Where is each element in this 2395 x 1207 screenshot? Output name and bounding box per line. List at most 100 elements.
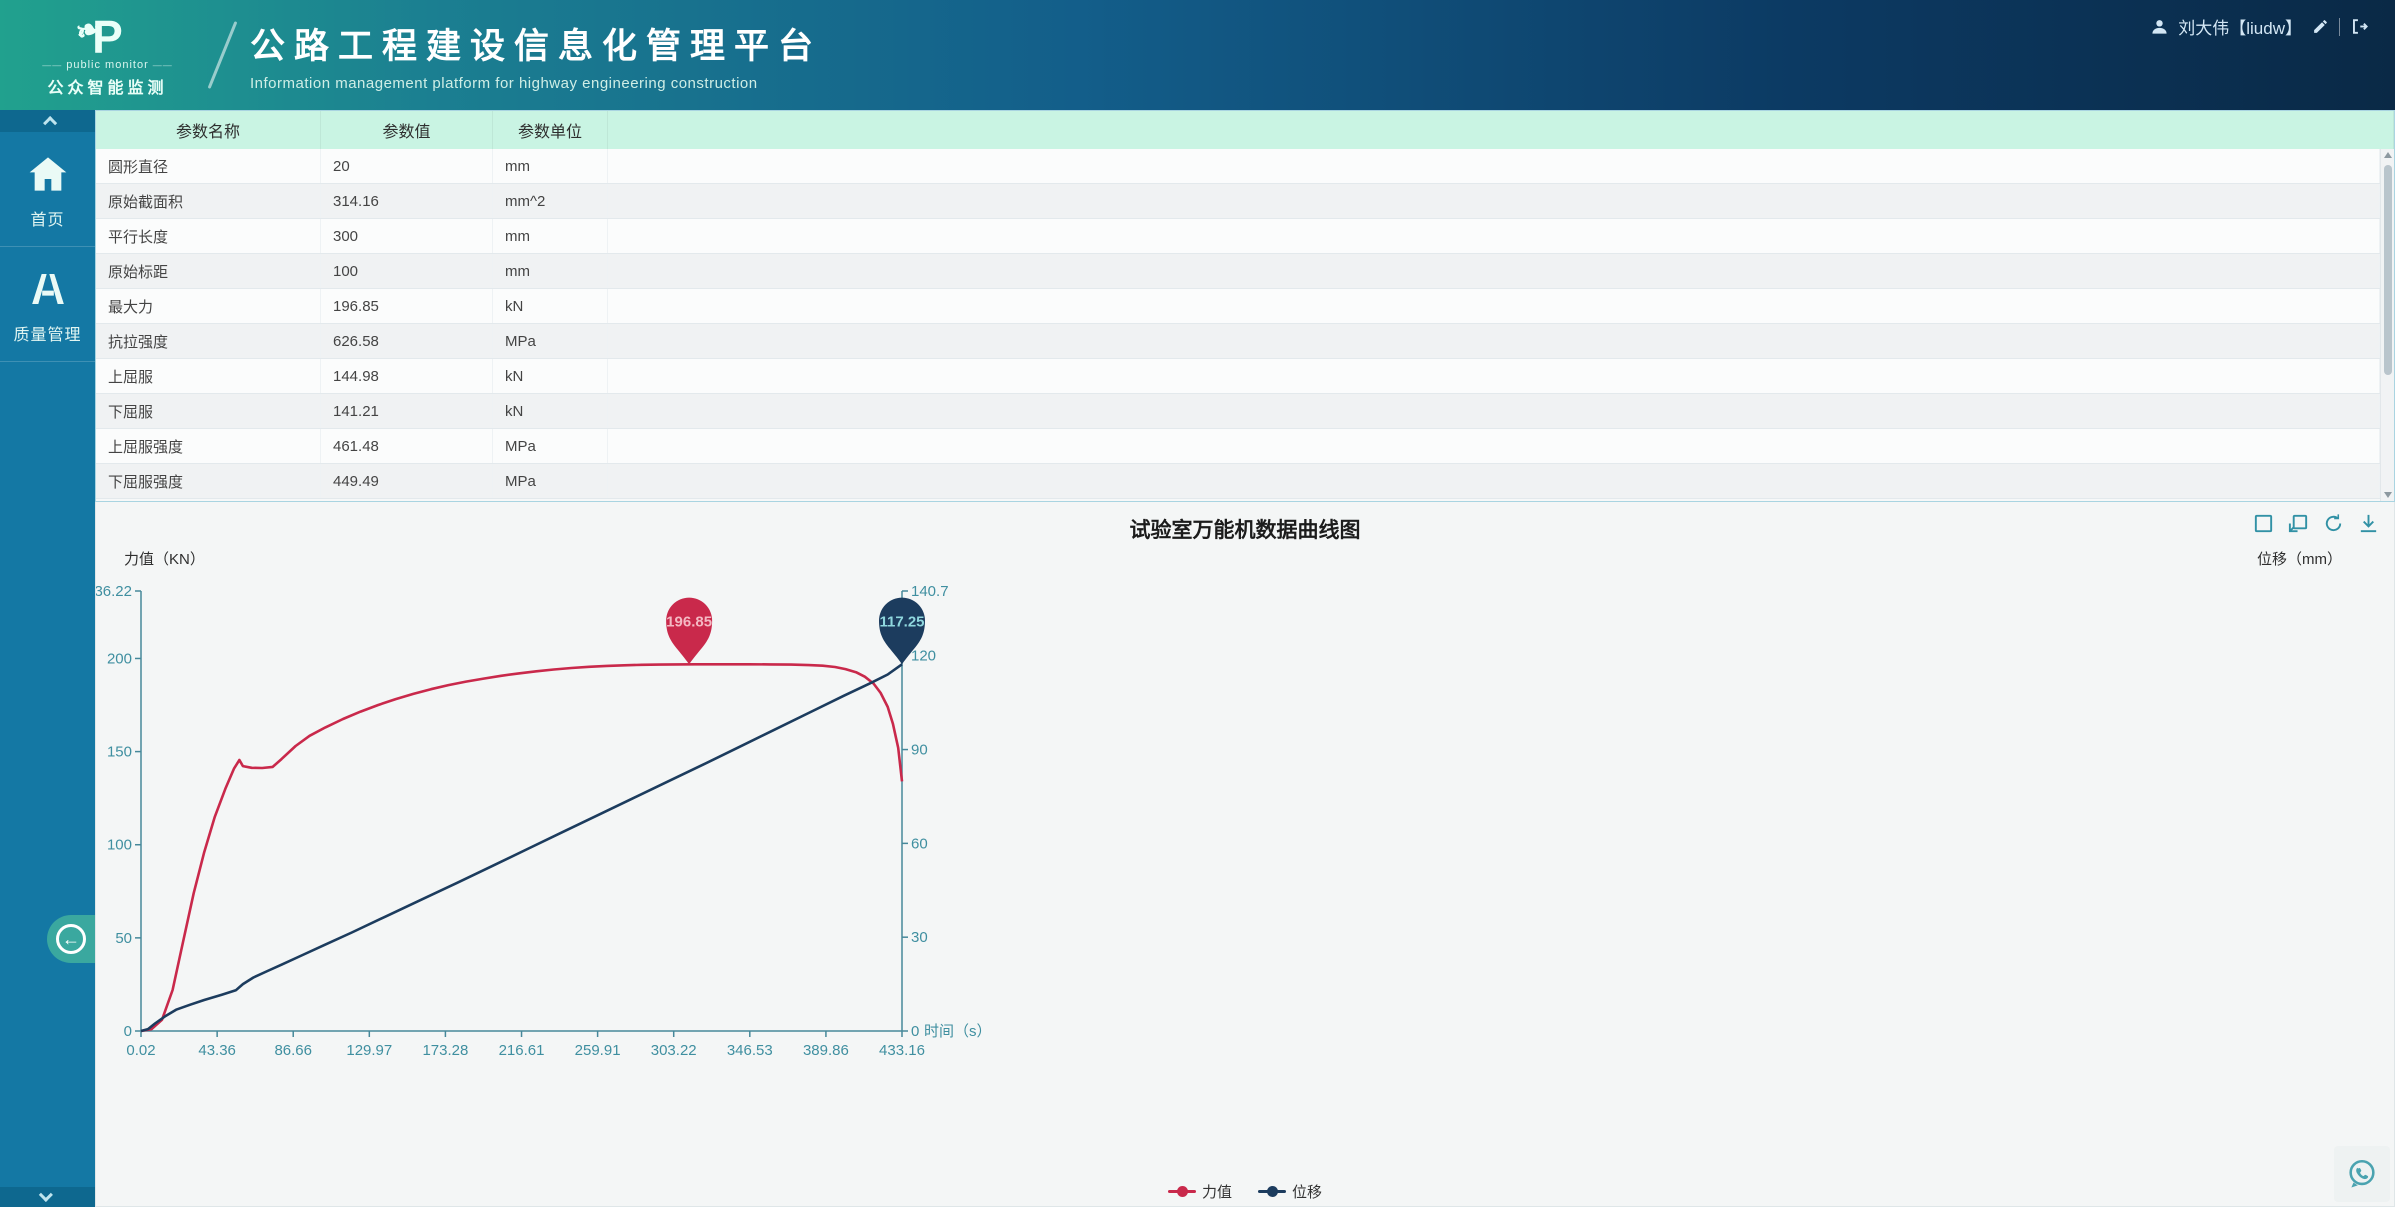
parameter-table-body: 圆形直径20mm原始截面积314.16mm^2平行长度300mm原始标距100m… bbox=[96, 149, 2380, 501]
sidebar-scroll-down[interactable] bbox=[0, 1187, 95, 1207]
cell-filler bbox=[608, 254, 2380, 288]
parameter-row[interactable]: 原始标距100mm bbox=[96, 254, 2380, 289]
parameter-table-scrollbar[interactable] bbox=[2380, 149, 2394, 501]
svg-text:236.22: 236.22 bbox=[96, 583, 132, 600]
parameter-row[interactable]: 上屈服强度461.48MPa bbox=[96, 429, 2380, 464]
quality-icon bbox=[0, 267, 95, 311]
svg-text:433.16: 433.16 bbox=[879, 1042, 925, 1059]
cell-param-name: 原始标距 bbox=[96, 254, 321, 288]
svg-text:200: 200 bbox=[107, 650, 132, 667]
parameter-row[interactable]: 抗拉强度626.58MPa bbox=[96, 324, 2380, 359]
brand-logo: ❧P public monitor 公众智能监测 bbox=[0, 13, 215, 98]
cell-param-value: 100 bbox=[321, 254, 493, 288]
column-header-filler bbox=[608, 111, 2394, 149]
legend-item-位移[interactable]: 位移 bbox=[1258, 1181, 1322, 1202]
parameter-row[interactable]: 原始截面积314.16mm^2 bbox=[96, 184, 2380, 219]
line-chart[interactable]: 050100150200236.220306090120140.70.0243.… bbox=[96, 572, 996, 1062]
cell-param-name: 上屈服强度 bbox=[96, 429, 321, 463]
contact-chat-icon[interactable] bbox=[2334, 1146, 2390, 1202]
cell-param-unit: MPa bbox=[493, 464, 608, 498]
column-header-param-unit[interactable]: 参数单位 bbox=[493, 111, 608, 149]
scroll-up-icon[interactable] bbox=[2384, 152, 2392, 158]
cell-param-name: 上屈服 bbox=[96, 359, 321, 393]
cell-filler bbox=[608, 184, 2380, 218]
max-marker-label: 117.25 bbox=[879, 614, 924, 631]
cell-param-value: 626.58 bbox=[321, 324, 493, 358]
download-icon[interactable] bbox=[2357, 512, 2380, 540]
column-header-param-value[interactable]: 参数值 bbox=[321, 111, 493, 149]
cell-param-name: 最大力 bbox=[96, 289, 321, 323]
svg-text:129.97: 129.97 bbox=[346, 1042, 392, 1059]
cell-param-unit: kN bbox=[493, 289, 608, 323]
chevron-up-icon bbox=[43, 116, 57, 130]
cell-param-name: 下屈服 bbox=[96, 394, 321, 428]
right-axis-name: 位移（mm） bbox=[2257, 548, 2342, 569]
cell-filler bbox=[608, 289, 2380, 323]
zoom-reset-icon[interactable] bbox=[2287, 512, 2310, 540]
parameter-row[interactable]: 上屈服144.98kN bbox=[96, 359, 2380, 394]
cell-param-value: 196.85 bbox=[321, 289, 493, 323]
svg-text:389.86: 389.86 bbox=[803, 1042, 849, 1059]
scrollbar-thumb[interactable] bbox=[2384, 165, 2392, 375]
svg-text:346.53: 346.53 bbox=[727, 1042, 773, 1059]
cell-param-unit: kN bbox=[493, 394, 608, 428]
legend-item-力值[interactable]: 力值 bbox=[1168, 1181, 1232, 1202]
scroll-down-icon[interactable] bbox=[2384, 492, 2392, 498]
left-axis-name: 力值（KN） bbox=[124, 548, 205, 569]
chart-toolbar bbox=[2252, 512, 2380, 540]
svg-text:0: 0 bbox=[911, 1023, 919, 1040]
cell-param-name: 下屈服强度 bbox=[96, 464, 321, 498]
cell-param-unit: kN bbox=[493, 359, 608, 393]
cell-param-value: 300 bbox=[321, 219, 493, 253]
user-icon bbox=[2151, 18, 2168, 35]
parameter-row[interactable]: 圆形直径20mm bbox=[96, 149, 2380, 184]
sidebar-collapse-button[interactable]: ← bbox=[47, 915, 95, 963]
legend-label: 力值 bbox=[1202, 1181, 1232, 1202]
svg-text:0.02: 0.02 bbox=[126, 1042, 155, 1059]
svg-text:150: 150 bbox=[107, 744, 132, 761]
cell-filler bbox=[608, 359, 2380, 393]
parameter-table-panel: 参数名称 参数值 参数单位 圆形直径20mm原始截面积314.16mm^2平行长… bbox=[95, 110, 2395, 502]
svg-text:90: 90 bbox=[911, 742, 928, 759]
sidebar-item-quality[interactable]: 质量管理 bbox=[0, 247, 95, 362]
logout-icon[interactable] bbox=[2350, 17, 2369, 36]
svg-text:259.91: 259.91 bbox=[575, 1042, 621, 1059]
sidebar-item-label: 首页 bbox=[0, 206, 95, 230]
zoom-box-icon[interactable] bbox=[2252, 512, 2275, 540]
parameter-row[interactable]: 最大力196.85kN bbox=[96, 289, 2380, 324]
cell-param-name: 圆形直径 bbox=[96, 149, 321, 183]
svg-text:0: 0 bbox=[124, 1023, 132, 1040]
home-icon bbox=[0, 152, 95, 196]
chart-legend: 力值 位移 bbox=[96, 1181, 2394, 1202]
cell-filler bbox=[608, 219, 2380, 253]
svg-text:303.22: 303.22 bbox=[651, 1042, 697, 1059]
max-marker-pin bbox=[666, 598, 712, 665]
app-root: ❧P public monitor 公众智能监测 公路工程建设信息化管理平台 I… bbox=[0, 0, 2395, 1207]
cell-filler bbox=[608, 464, 2380, 498]
cell-param-unit: MPa bbox=[493, 429, 608, 463]
user-name: 刘大伟【liudw】 bbox=[2178, 14, 2302, 39]
arrow-left-icon: ← bbox=[56, 924, 86, 954]
column-header-param-name[interactable]: 参数名称 bbox=[96, 111, 321, 149]
max-marker-label: 196.85 bbox=[666, 614, 712, 631]
main-content: 万能数据查询 请选择项目: S38王格尔塘至夏河（桑科）段... ▼ 请选择试验… bbox=[95, 110, 2395, 1207]
cell-param-value: 141.21 bbox=[321, 394, 493, 428]
legend-marker bbox=[1168, 1190, 1196, 1193]
sidebar: 首页 质量管理 ← bbox=[0, 110, 95, 1207]
parameter-row[interactable]: 下屈服141.21kN bbox=[96, 394, 2380, 429]
edit-profile-icon[interactable] bbox=[2312, 18, 2329, 35]
chart-panel: 试验室万能机数据曲线图 力值（KN） 位移（mm） 05010015020023… bbox=[95, 502, 2395, 1207]
chart-title: 试验室万能机数据曲线图 bbox=[96, 514, 2394, 544]
parameter-row[interactable]: 下屈服强度449.49MPa bbox=[96, 464, 2380, 499]
sidebar-scroll-up[interactable] bbox=[0, 110, 95, 132]
svg-text:43.36: 43.36 bbox=[198, 1042, 236, 1059]
cell-param-unit: mm^2 bbox=[493, 184, 608, 218]
svg-text:140.7: 140.7 bbox=[911, 583, 949, 600]
refresh-icon[interactable] bbox=[2322, 512, 2345, 540]
cell-filler bbox=[608, 149, 2380, 183]
cell-param-unit: mm bbox=[493, 254, 608, 288]
parameter-row[interactable]: 平行长度300mm bbox=[96, 219, 2380, 254]
cell-param-value: 314.16 bbox=[321, 184, 493, 218]
svg-text:216.61: 216.61 bbox=[499, 1042, 545, 1059]
sidebar-item-home[interactable]: 首页 bbox=[0, 132, 95, 247]
